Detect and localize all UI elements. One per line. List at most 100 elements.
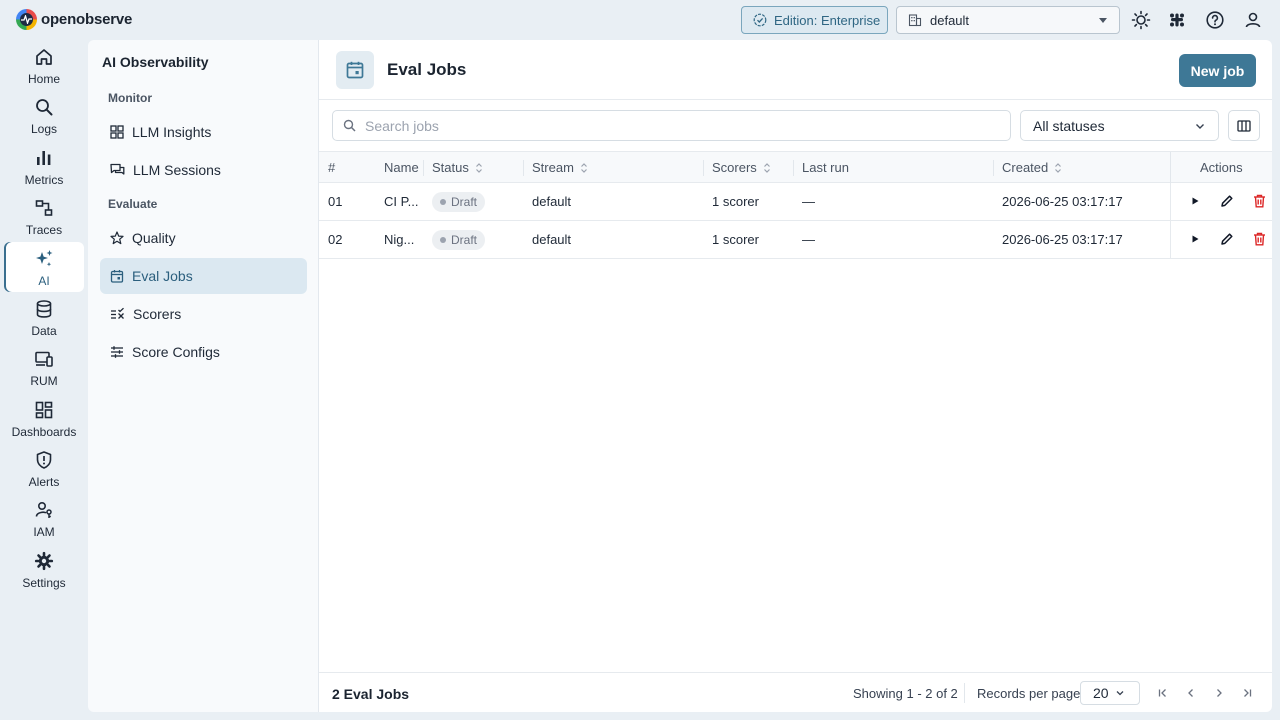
subnav-item-score-configs[interactable]: Score Configs	[100, 334, 307, 370]
top-bar: openobserve Edition: Enterprise default	[0, 0, 1280, 40]
nav-label: Alerts	[28, 475, 60, 489]
subnav-title: AI Observability	[102, 54, 209, 70]
records-per-page-label: Records per page	[977, 686, 1081, 701]
divider	[964, 683, 965, 703]
nav-label: Home	[27, 72, 60, 86]
job-count: 2 Eval Jobs	[332, 686, 410, 702]
next-page-icon[interactable]	[1211, 685, 1227, 701]
divider	[319, 99, 1272, 100]
column-label: Actions	[1200, 160, 1243, 175]
edit-icon[interactable]	[1219, 231, 1235, 247]
table-row[interactable]: 02 Nig... Draft default 1 scorer — 2026-…	[319, 221, 1272, 259]
nav-logs[interactable]: Logs	[4, 90, 84, 140]
first-page-icon[interactable]	[1155, 685, 1171, 701]
table-row[interactable]: 01 CI P... Draft default 1 scorer — 2026…	[319, 183, 1272, 221]
nav-traces[interactable]: Traces	[4, 191, 84, 241]
subnav-item-scorers[interactable]: Scorers	[100, 296, 307, 332]
cell-status: Draft	[432, 183, 486, 220]
sparkle-icon	[33, 248, 55, 270]
brand-logo[interactable]: openobserve	[16, 9, 132, 30]
search-input[interactable]	[365, 117, 965, 134]
building-icon	[908, 14, 922, 27]
org-name: default	[930, 12, 970, 28]
col-stream[interactable]: Stream	[532, 152, 588, 183]
records-per-page-select[interactable]: 20	[1080, 681, 1140, 705]
nav-alerts[interactable]: Alerts	[4, 443, 84, 493]
list-check-icon	[111, 307, 124, 319]
subnav-label: Quality	[132, 230, 176, 246]
slack-icon[interactable]	[1166, 9, 1188, 31]
cell-name[interactable]: Nig...	[384, 221, 414, 258]
status-badge: Draft	[432, 191, 486, 212]
edit-icon[interactable]	[1219, 193, 1235, 209]
calendar-icon	[110, 270, 124, 283]
nav-home[interactable]: Home	[4, 40, 84, 90]
subnav-item-llm-insights[interactable]: LLM Insights	[100, 114, 307, 150]
column-label: Created	[1002, 160, 1049, 175]
column-label: Stream	[532, 160, 574, 175]
sort-icon[interactable]	[1054, 162, 1062, 174]
status-dot-icon	[440, 198, 446, 205]
delete-icon[interactable]	[1251, 193, 1267, 209]
cell-created: 2026-06-25 03:17:17	[1002, 194, 1123, 209]
edition-button[interactable]: Edition: Enterprise	[741, 6, 888, 34]
search-icon	[343, 119, 356, 132]
nav-data[interactable]: Data	[4, 292, 84, 342]
cell-status: Draft	[432, 221, 486, 258]
column-divider	[793, 160, 794, 176]
search-box[interactable]	[332, 110, 1011, 141]
status-dot-icon	[440, 236, 446, 243]
subnav-item-eval-jobs[interactable]: Eval Jobs	[100, 258, 307, 294]
status-filter-select[interactable]: All statuses	[1020, 110, 1219, 141]
help-icon[interactable]	[1204, 9, 1226, 31]
column-toggle-button[interactable]	[1228, 110, 1260, 141]
col-status[interactable]: Status	[432, 152, 483, 183]
subnav-label: LLM Sessions	[133, 162, 221, 178]
cell-last-run: —	[802, 194, 815, 209]
cell-name[interactable]: CI P...	[384, 183, 418, 220]
theme-toggle-icon[interactable]	[1130, 9, 1152, 31]
col-name[interactable]: Name	[384, 152, 419, 183]
sort-icon[interactable]	[763, 162, 771, 174]
nav-label: Logs	[30, 122, 58, 136]
nav-ai[interactable]: AI	[4, 242, 84, 292]
column-divider	[1170, 152, 1171, 183]
nav-iam[interactable]: IAM	[4, 493, 84, 543]
column-label: Scorers	[712, 160, 757, 175]
run-icon[interactable]	[1187, 231, 1203, 247]
col-scorers[interactable]: Scorers	[712, 152, 771, 183]
user-icon[interactable]	[1242, 9, 1264, 31]
status-filter-value: All statuses	[1033, 117, 1105, 134]
nav-dashboards[interactable]: Dashboards	[4, 393, 84, 443]
org-selector[interactable]: default	[896, 6, 1120, 34]
cell-scorers: 1 scorer	[712, 232, 759, 247]
shield-alert-icon	[33, 449, 55, 471]
new-job-button[interactable]: New job	[1179, 54, 1256, 87]
nav-label: AI	[38, 274, 50, 288]
nav-metrics[interactable]: Metrics	[4, 141, 84, 191]
main-content: Eval Jobs New job All statuses # Name St…	[319, 40, 1272, 712]
run-icon[interactable]	[1187, 193, 1203, 209]
star-icon	[110, 231, 124, 245]
brand-name: openobserve	[41, 11, 133, 28]
sort-icon[interactable]	[475, 162, 483, 174]
sort-icon[interactable]	[580, 162, 588, 174]
nav-rum[interactable]: RUM	[4, 342, 84, 392]
delete-icon[interactable]	[1251, 231, 1267, 247]
column-divider	[423, 160, 424, 176]
nav-label: Metrics	[24, 173, 64, 187]
search-icon	[33, 96, 55, 118]
col-created[interactable]: Created	[1002, 152, 1062, 183]
column-label: Name	[384, 160, 419, 175]
subnav-item-llm-sessions[interactable]: LLM Sessions	[100, 152, 307, 188]
prev-page-icon[interactable]	[1183, 685, 1199, 701]
nav-settings[interactable]: Settings	[4, 544, 84, 594]
subnav-item-quality[interactable]: Quality	[100, 220, 307, 256]
status-label: Draft	[451, 232, 478, 247]
ai-subnav: AI Observability Monitor LLM Insights LL…	[88, 40, 319, 712]
nav-label: IAM	[33, 525, 55, 539]
status-badge: Draft	[432, 229, 486, 250]
grid-icon	[110, 125, 124, 139]
chevron-down-icon	[1196, 124, 1204, 129]
last-page-icon[interactable]	[1239, 685, 1255, 701]
